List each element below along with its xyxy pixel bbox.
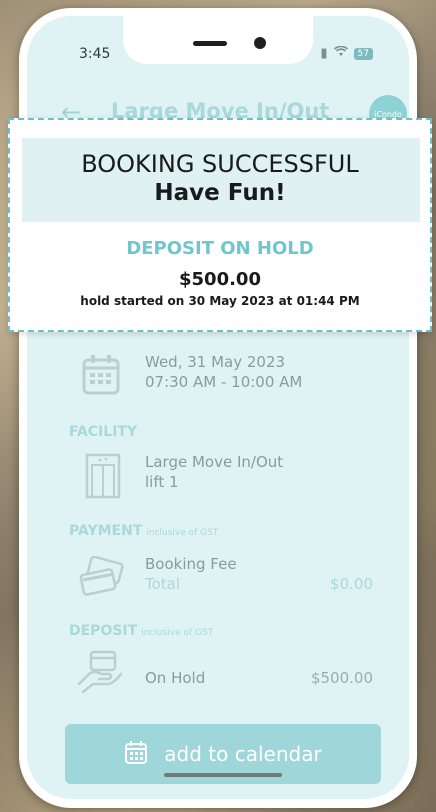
deposit-on-hold-label: DEPOSIT ON HOLD bbox=[126, 238, 314, 259]
speaker bbox=[193, 41, 227, 46]
wifi-icon bbox=[333, 45, 348, 61]
payment-label: PAYMENT inclusive of GST bbox=[69, 523, 218, 539]
signal-icon: ▮ bbox=[320, 46, 328, 61]
calendar-add-icon bbox=[124, 739, 148, 769]
deposit-label-text: DEPOSIT bbox=[69, 623, 138, 639]
payment-gst-note: inclusive of GST bbox=[146, 528, 219, 538]
payment-item: Booking Fee bbox=[145, 555, 237, 573]
popup-subtitle: Have Fun! bbox=[154, 180, 286, 206]
notch bbox=[123, 16, 313, 64]
facility-name: Large Move In/Out bbox=[145, 453, 284, 471]
deposit-status: On Hold bbox=[145, 669, 206, 687]
add-to-calendar-label: add to calendar bbox=[164, 742, 322, 766]
deposit-value: $500.00 bbox=[310, 669, 373, 687]
popup-title: BOOKING SUCCESSFUL bbox=[81, 150, 359, 178]
hold-started-text: hold started on 30 May 2023 at 01:44 PM bbox=[80, 294, 360, 308]
elevator-icon bbox=[85, 453, 121, 503]
status-time: 3:45 bbox=[79, 46, 111, 62]
booking-time-range: 07:30 AM - 10:00 AM bbox=[145, 373, 303, 391]
credit-card-icon bbox=[79, 555, 125, 602]
status-icons: ▮ 57 bbox=[320, 45, 373, 61]
deposit-amount: $500.00 bbox=[179, 269, 261, 290]
battery-icon: 57 bbox=[353, 47, 373, 60]
payment-total-value: $0.00 bbox=[330, 575, 373, 593]
booking-success-popup: BOOKING SUCCESSFUL Have Fun! DEPOSIT ON … bbox=[8, 118, 432, 332]
deposit-label: DEPOSIT inclusive of GST bbox=[69, 623, 213, 639]
deposit-gst-note: inclusive of GST bbox=[141, 628, 214, 638]
payment-total-label: Total bbox=[145, 575, 181, 593]
facility-detail: lift 1 bbox=[145, 473, 179, 491]
hand-card-icon bbox=[75, 648, 125, 700]
payment-label-text: PAYMENT bbox=[69, 523, 143, 539]
calendar-icon bbox=[82, 352, 120, 400]
booking-date: Wed, 31 May 2023 bbox=[145, 353, 286, 371]
camera bbox=[254, 37, 266, 49]
facility-label: FACILITY bbox=[69, 424, 138, 440]
home-indicator[interactable] bbox=[164, 773, 282, 777]
